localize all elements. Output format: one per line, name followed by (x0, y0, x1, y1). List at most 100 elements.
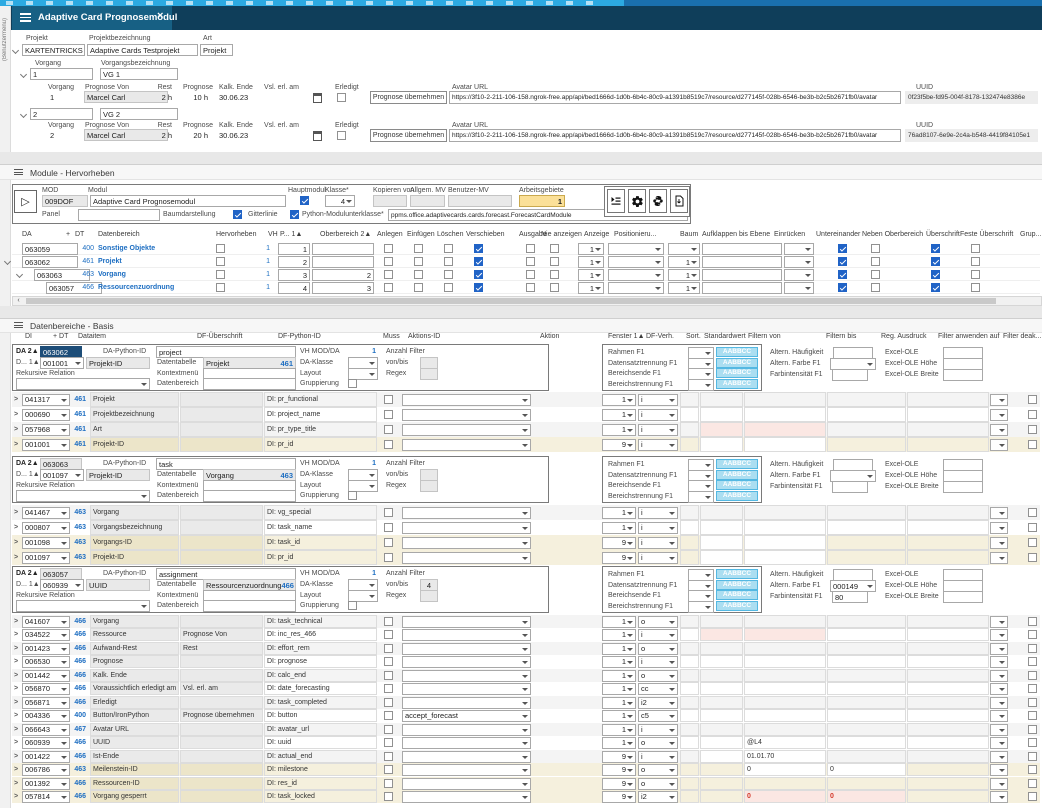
python-icon[interactable] (649, 189, 667, 213)
sort-cell[interactable] (680, 520, 699, 535)
regex-field[interactable] (420, 480, 438, 492)
aktion-select[interactable] (402, 439, 531, 451)
aktion-select[interactable] (402, 643, 531, 655)
filter-deaktiviert-checkbox[interactable] (1028, 553, 1037, 562)
df-verh-select[interactable]: o (638, 670, 678, 682)
scrollbar-thumb[interactable] (26, 298, 996, 304)
muss-checkbox[interactable] (384, 440, 393, 449)
df-verh-select[interactable]: i (638, 394, 678, 406)
row-expand-chevron[interactable]: > (14, 554, 18, 561)
filter-anwenden-select[interactable] (990, 643, 1008, 655)
muss-checkbox[interactable] (384, 698, 393, 707)
muss-checkbox[interactable] (384, 792, 393, 801)
filtern-bis-cell[interactable] (827, 723, 906, 736)
avatar-url-field[interactable]: https://3f10-2-211-106-158.ngrok-free.ap… (449, 129, 901, 142)
fenster-select[interactable]: 1 (602, 670, 636, 682)
sort-cell[interactable] (680, 437, 699, 452)
standardwert-cell[interactable] (700, 723, 743, 736)
filter-deaktiviert-checkbox[interactable] (1028, 711, 1037, 720)
sort-cell[interactable] (680, 750, 699, 763)
reg-ausdruck-cell[interactable] (907, 682, 989, 695)
position-field[interactable]: 3 (278, 269, 310, 281)
muss-checkbox[interactable] (384, 779, 393, 788)
bereichsende-color-field[interactable]: AABBCC (716, 480, 758, 490)
filtern-bis-cell[interactable] (827, 505, 906, 520)
df-verh-select[interactable]: i (638, 656, 678, 668)
kopieren-von-field[interactable] (373, 195, 407, 207)
reg-ausdruck-cell[interactable] (907, 550, 989, 565)
baumdarstellung-checkbox[interactable] (233, 210, 242, 219)
filter-anwenden-select[interactable] (990, 791, 1008, 803)
reg-ausdruck-cell[interactable] (907, 407, 989, 422)
filtern-von-cell[interactable]: @L4 (744, 736, 826, 749)
excel-ole-breite-field[interactable] (943, 369, 983, 381)
sort-cell[interactable] (680, 696, 699, 709)
muss-checkbox[interactable] (384, 711, 393, 720)
loeschen-checkbox[interactable] (444, 283, 453, 292)
di-select[interactable]: 060939 (40, 579, 84, 591)
filtern-bis-cell[interactable] (827, 709, 906, 722)
filtern-von-cell[interactable]: 0 (744, 790, 826, 803)
standardwert-cell[interactable] (700, 763, 743, 776)
neben-oberbereich-checkbox[interactable] (871, 244, 880, 253)
anzeige-select[interactable]: 1 (578, 282, 604, 294)
vorgang-field[interactable]: 2 (30, 108, 93, 120)
reg-ausdruck-cell[interactable] (907, 750, 989, 763)
di-select[interactable]: 041467 (22, 507, 70, 519)
filtern-von-cell[interactable] (744, 709, 826, 722)
feste-ueberschrift-checkbox[interactable] (971, 283, 980, 292)
di-select[interactable]: 066643 (22, 724, 70, 736)
module-section-menu-icon[interactable] (14, 169, 23, 177)
di-select[interactable]: 001422 (22, 751, 70, 763)
muss-checkbox[interactable] (384, 738, 393, 747)
filtern-von-cell[interactable] (744, 682, 826, 695)
aktion-select[interactable] (402, 537, 531, 549)
reg-ausdruck-cell[interactable] (907, 628, 989, 641)
row-expand-chevron[interactable]: > (14, 524, 18, 531)
sort-cell[interactable] (680, 777, 699, 790)
bereichstrennung-color-field[interactable]: AABBCC (716, 491, 758, 501)
di-select[interactable]: 006530 (22, 656, 70, 668)
standardwert-cell[interactable] (700, 669, 743, 682)
baum-select[interactable] (668, 243, 700, 255)
di-select[interactable]: 001392 (22, 778, 70, 790)
ueberschrift-checkbox[interactable] (931, 257, 940, 266)
panel-field[interactable] (78, 209, 160, 221)
datenbereich-field[interactable] (203, 378, 296, 390)
filtern-von-cell[interactable] (744, 777, 826, 790)
bereichstrennung-select[interactable] (688, 601, 714, 613)
standardwert-cell[interactable] (700, 642, 743, 655)
ausgabe-checkbox[interactable] (526, 270, 535, 279)
aktion-select[interactable] (402, 670, 531, 682)
oberbereich-field[interactable]: 3 (312, 282, 374, 294)
filtern-von-cell[interactable] (744, 505, 826, 520)
bereichsende-color-field[interactable]: AABBCC (716, 590, 758, 600)
filter-deaktiviert-checkbox[interactable] (1028, 698, 1037, 707)
anlegen-checkbox[interactable] (384, 257, 393, 266)
filtern-bis-cell[interactable] (827, 520, 906, 535)
loeschen-checkbox[interactable] (444, 244, 453, 253)
filter-deaktiviert-checkbox[interactable] (1028, 425, 1037, 434)
ueberschrift-checkbox[interactable] (931, 283, 940, 292)
filtern-bis-cell[interactable] (827, 628, 906, 641)
sort-cell[interactable] (680, 550, 699, 565)
filtern-bis-cell[interactable] (827, 736, 906, 749)
farbintensitaet-field[interactable] (832, 369, 868, 381)
filter-deaktiviert-checkbox[interactable] (1028, 684, 1037, 693)
aktion-select[interactable] (402, 697, 531, 709)
datenbereich-name[interactable]: Ressourcenzuordnung (98, 284, 174, 292)
row-expand-chevron[interactable]: > (14, 396, 18, 403)
standardwert-cell[interactable] (700, 615, 743, 628)
muss-checkbox[interactable] (384, 425, 393, 434)
einfuegen-checkbox[interactable] (414, 270, 423, 279)
hervorheben-checkbox[interactable] (216, 257, 225, 266)
di-select[interactable]: 057814 (22, 791, 70, 803)
di-select[interactable]: 006786 (22, 764, 70, 776)
datensatztrennung-color-field[interactable]: AABBCC (716, 358, 758, 368)
gruppierung-checkbox[interactable] (348, 379, 357, 388)
filtern-bis-cell[interactable] (827, 550, 906, 565)
filter-anwenden-select[interactable] (990, 522, 1008, 534)
positionierung-select[interactable] (608, 256, 664, 268)
muss-checkbox[interactable] (384, 617, 393, 626)
aktion-select[interactable] (402, 791, 531, 803)
